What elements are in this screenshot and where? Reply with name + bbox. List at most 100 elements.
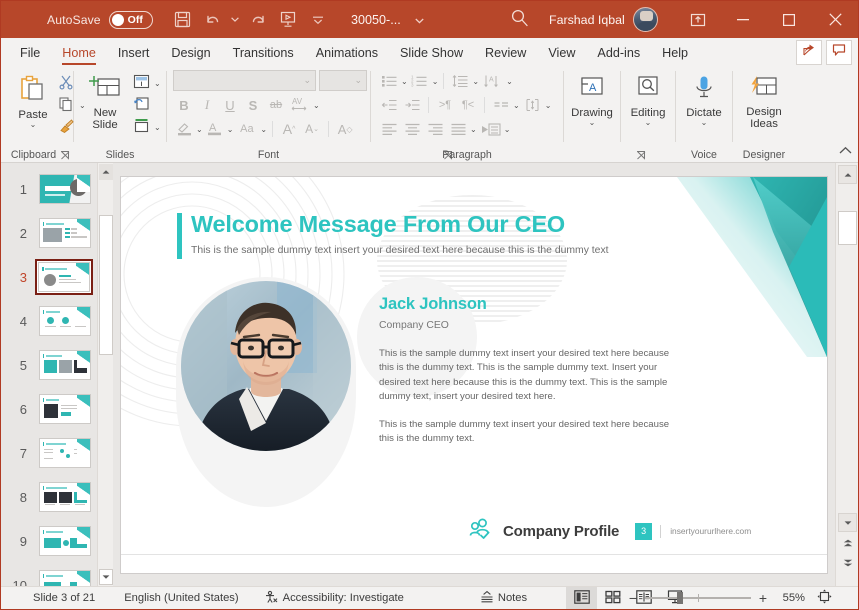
slide-sorter-button[interactable] [597,587,628,609]
redo-icon[interactable] [244,7,272,33]
underline-button[interactable]: U [219,94,241,116]
next-slide-button[interactable] [838,555,857,571]
font-size-input[interactable]: ⌄ [319,70,367,91]
ribbon-display-options-icon[interactable] [676,1,720,38]
bullets-button[interactable] [378,70,400,92]
clipboard-dialog-launcher[interactable] [60,150,71,161]
slide-scrollbar-thumb[interactable] [838,211,857,245]
slide-subtitle[interactable]: This is the sample dummy text insert you… [191,245,609,256]
share-button[interactable] [796,40,822,65]
thumbnail-wrap[interactable] [35,347,94,384]
slide-thumbnails-pane[interactable]: 1 2 3 4 5 6 7 8 9 10 [1,163,97,586]
accessibility-status[interactable]: Accessibility: Investigate [250,587,415,610]
customize-qat-icon[interactable] [304,7,332,33]
thumbnail-row-3[interactable]: 3 [1,255,97,299]
dictate-chevron-down-icon[interactable]: ⌄ [701,119,708,127]
thumbnail-wrap[interactable] [35,259,93,295]
tab-home[interactable]: Home [51,38,107,67]
section-button[interactable] [130,116,152,138]
save-icon[interactable] [169,7,197,33]
convert-smartart-button[interactable] [479,118,503,140]
justify-chevron-down-icon[interactable]: ⌄ [470,125,477,133]
slide-canvas-area[interactable]: Welcome Message From Our CEO This is the… [114,163,834,586]
autosave-toggle[interactable]: Off [108,10,153,29]
tab-animations[interactable]: Animations [305,38,389,67]
tab-review[interactable]: Review [474,38,537,67]
decrease-indent-button[interactable] [378,94,400,116]
smartart-chevron-down-icon[interactable]: ⌄ [504,125,511,133]
decrease-font-size-button[interactable]: A ⌄ [301,118,323,140]
font-color-chevron-down-icon[interactable]: ⌄ [227,125,234,133]
thumbnail-wrap[interactable] [35,171,94,208]
text-direction-button[interactable]: A [481,70,505,92]
comments-button[interactable] [826,40,852,65]
section-chevron-down-icon[interactable]: ⌄ [154,123,161,131]
scroll-down-button[interactable] [838,513,857,532]
align-text-chevron-down-icon[interactable]: ⌄ [545,101,552,109]
thumbnails-scrollbar-thumb[interactable] [99,215,113,355]
clear-formatting-button[interactable]: A ◇ [334,118,356,140]
text-shadow-button[interactable]: S [242,94,264,116]
new-slide-button[interactable]: New Slide [80,70,130,131]
thumbnail-row-1[interactable]: 1 [1,167,97,211]
slide-title[interactable]: Welcome Message From Our CEO [191,211,565,238]
line-spacing-chevron-down-icon[interactable]: ⌄ [472,77,479,85]
slide-scrollbar[interactable] [835,163,858,586]
thumbnails-scroll-up-button[interactable] [99,164,113,180]
strikethrough-button[interactable]: ab [265,94,287,116]
zoom-out-button[interactable]: − [627,590,639,606]
dictate-button[interactable]: Dictate ⌄ [678,70,730,127]
avatar[interactable] [632,7,658,32]
italic-button[interactable]: I [196,94,218,116]
previous-slide-button[interactable] [838,535,857,551]
text-direction-chevron-down-icon[interactable]: ⌄ [506,77,513,85]
ceo-photo[interactable] [181,280,351,451]
thumbnail-row-7[interactable]: 7 [1,431,97,475]
drawing-chevron-down-icon[interactable]: ⌄ [589,119,596,127]
notes-button[interactable]: Notes [469,587,538,610]
numbering-button[interactable]: 123 [409,70,431,92]
thumbnail-row-5[interactable]: 5 [1,343,97,387]
font-name-input[interactable]: ⌄ [173,70,316,91]
character-spacing-chevron-down-icon[interactable]: ⌄ [313,101,320,109]
increase-font-size-button[interactable]: A ^ [278,118,300,140]
person-name[interactable]: Jack Johnson [379,295,487,314]
ltr-text-button[interactable]: >¶ [434,94,456,116]
layout-button[interactable] [130,72,152,94]
zoom-slider[interactable] [645,591,751,605]
font-size-chevron-down-icon[interactable]: ⌄ [354,75,362,86]
thumbnail-row-9[interactable]: 9 [1,519,97,563]
rtl-text-button[interactable]: ¶< [457,94,479,116]
zoom-level[interactable]: 55% [775,592,805,604]
paste-chevron-down-icon[interactable]: ⌄ [30,121,37,129]
editing-button[interactable]: Editing ⌄ [622,70,674,127]
thumbnail-wrap[interactable] [35,567,94,586]
minimize-icon[interactable] [720,1,766,38]
slide-paragraph-2[interactable]: This is the sample dummy text insert you… [379,418,681,447]
thumbnail-wrap[interactable] [35,479,94,516]
columns-chevron-down-icon[interactable]: ⌄ [513,101,520,109]
highlight-chevron-down-icon[interactable]: ⌄ [196,125,203,133]
numbering-chevron-down-icon[interactable]: ⌄ [432,77,439,85]
thumbnail-row-8[interactable]: 8 [1,475,97,519]
search-button[interactable] [506,7,532,33]
tab-insert[interactable]: Insert [107,38,161,67]
scroll-up-button[interactable] [838,165,857,184]
thumbnails-scroll-down-button[interactable] [99,569,113,585]
increase-indent-button[interactable] [401,94,423,116]
reset-button[interactable] [130,94,152,116]
tab-file[interactable]: File [9,38,51,67]
undo-icon[interactable] [199,7,227,33]
zoom-in-button[interactable]: + [757,590,769,606]
align-center-button[interactable] [401,118,423,140]
tab-slide-show[interactable]: Slide Show [389,38,474,67]
character-spacing-button[interactable]: AV [288,94,312,116]
font-name-chevron-down-icon[interactable]: ⌄ [303,75,311,86]
tab-add-ins[interactable]: Add-ins [586,38,651,67]
thumbnail-row-6[interactable]: 6 [1,387,97,431]
tab-view[interactable]: View [537,38,586,67]
slide-canvas[interactable]: Welcome Message From Our CEO This is the… [120,175,828,574]
document-title-area[interactable]: 30050-... [351,1,424,38]
tab-design[interactable]: Design [160,38,221,67]
collapse-ribbon-button[interactable] [839,142,852,160]
